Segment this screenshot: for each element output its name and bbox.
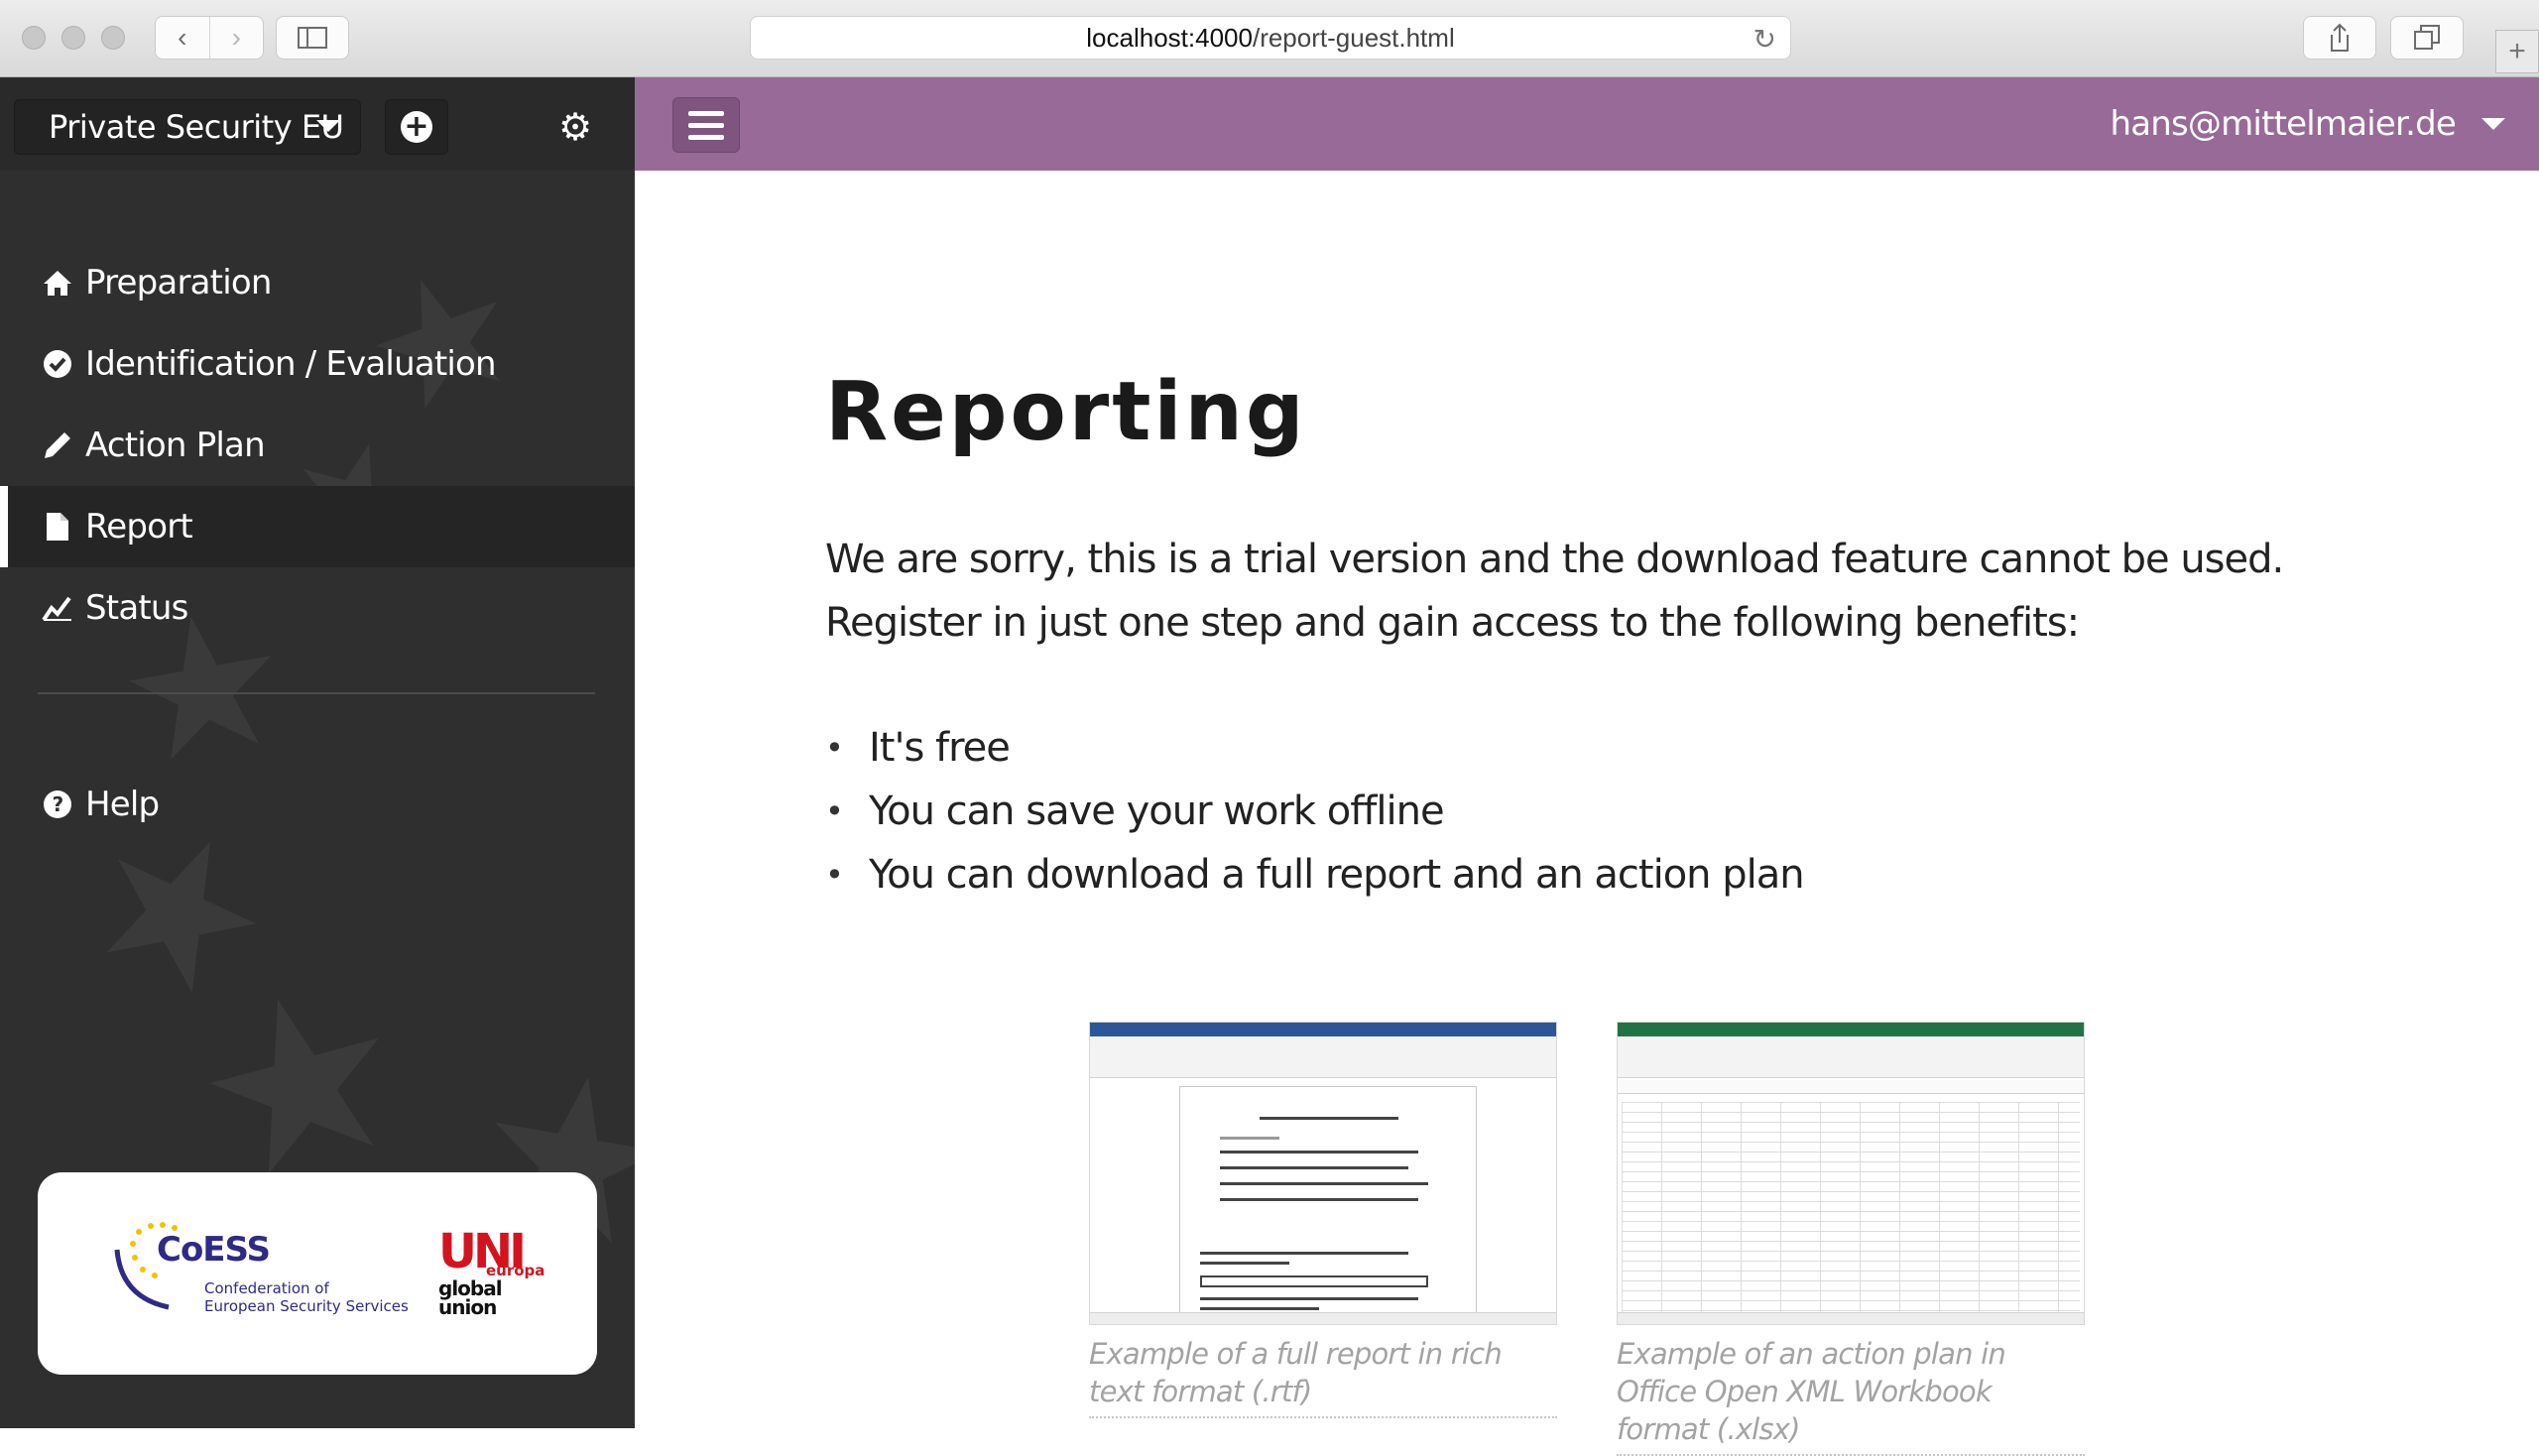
sidebar-item-label: Status [85, 588, 188, 628]
report-screenshot [1089, 1022, 1557, 1325]
home-icon [42, 267, 73, 299]
svg-text:?: ? [53, 792, 63, 816]
back-button[interactable]: ‹ [156, 17, 209, 59]
url-host: localhost:4000 [1086, 22, 1253, 53]
sidebar-item-label: Help [85, 785, 160, 824]
sidebar-item-preparation[interactable]: Preparation [0, 242, 635, 323]
uni-global-line: union [438, 1295, 497, 1319]
sidebar-item-report[interactable]: Report [0, 486, 635, 567]
action-plan-screenshot [1617, 1022, 2085, 1325]
coess-subtitle-line: European Security Services [204, 1297, 409, 1315]
new-tab-button[interactable]: + [2495, 30, 2539, 73]
partner-logos: CoESS Confederation of European Security… [38, 1172, 597, 1375]
organisation-name: Private Security EU [49, 108, 344, 146]
sidebar-item-status[interactable]: Status [0, 567, 635, 649]
user-menu[interactable]: hans@mittelmaier.de [2110, 99, 2505, 149]
chevron-down-icon [2481, 118, 2505, 130]
chart-line-icon [42, 592, 73, 624]
user-email: hans@mittelmaier.de [2110, 104, 2456, 144]
pencil-icon [42, 429, 73, 461]
menu-toggle-button[interactable] [672, 97, 740, 153]
file-icon [42, 511, 73, 543]
top-bar: hans@mittelmaier.de [635, 77, 2539, 171]
sidebar-divider [38, 692, 595, 694]
url-path: /report-guest.html [1252, 22, 1455, 53]
sidebar-item-label: Preparation [85, 263, 272, 303]
browser-toolbar: ‹ › localhost:4000/report-guest.html ↻ + [0, 0, 2539, 77]
hamburger-icon [688, 122, 724, 128]
word-status-bar [1090, 1312, 1556, 1324]
trial-notice: We are sorry, this is a trial version an… [825, 537, 2284, 646]
sidebar-item-action-plan[interactable]: Action Plan [0, 405, 635, 486]
zoom-window-button[interactable] [101, 26, 125, 50]
organisation-select[interactable]: Private Security EU [14, 99, 361, 155]
list-item: It's free [825, 716, 1804, 780]
history-nav: ‹ › [155, 16, 264, 60]
chevron-down-icon [316, 120, 340, 132]
word-ribbon [1090, 1036, 1556, 1078]
spreadsheet-grid [1622, 1102, 2080, 1312]
sidebar-item-label: Action Plan [85, 425, 266, 465]
example-caption: Example of an action plan in Office Open… [1617, 1335, 2085, 1456]
example-report: Example of a full report in rich text fo… [1089, 1022, 1557, 1418]
sidebar-icon [298, 27, 327, 49]
coess-subtitle-line: Confederation of [204, 1279, 329, 1297]
hamburger-icon [688, 110, 724, 116]
document-page [1179, 1086, 1477, 1324]
share-button[interactable] [2303, 16, 2376, 60]
excel-title-bar [1618, 1023, 2084, 1036]
gear-icon: ⚙ [557, 105, 593, 149]
tabs-icon [2414, 25, 2440, 50]
word-title-bar [1090, 1023, 1556, 1036]
settings-button[interactable]: ⚙ [555, 107, 595, 147]
sidebar-item-help[interactable]: ? Help [0, 764, 635, 845]
sidebar: ★ ★ ★ ★ ★ ★ Private Security EU + ⚙ Prep… [0, 77, 635, 1428]
list-item: You can download a full report and an ac… [825, 843, 1805, 907]
coess-subtitle: Confederation of European Security Servi… [204, 1279, 409, 1315]
excel-status-bar [1618, 1312, 2084, 1324]
sidebar-item-identification[interactable]: Identification / Evaluation [0, 323, 635, 405]
sidebar-header: Private Security EU + ⚙ [0, 77, 635, 171]
plus-icon: + [2508, 35, 2526, 67]
sidebar-toggle-button[interactable] [276, 16, 349, 60]
main-content: Reporting We are sorry, this is a trial … [635, 171, 2539, 1456]
tabs-overview-button[interactable] [2390, 16, 2464, 60]
list-item: You can save your work offline [825, 780, 1804, 843]
address-bar[interactable]: localhost:4000/report-guest.html ↻ [750, 16, 1791, 60]
chevron-left-icon: ‹ [178, 22, 187, 53]
check-circle-icon [42, 348, 73, 380]
close-window-button[interactable] [22, 26, 46, 50]
plus-circle-icon: + [401, 111, 432, 143]
share-icon [2331, 23, 2349, 52]
example-action-plan: Example of an action plan in Office Open… [1617, 1022, 2085, 1456]
sidebar-nav: Preparation Identification / Evaluation … [0, 242, 635, 649]
minimize-window-button[interactable] [61, 26, 85, 50]
question-circle-icon: ? [42, 789, 73, 820]
page-title: Reporting [825, 365, 1307, 459]
sidebar-item-label: Identification / Evaluation [85, 344, 497, 384]
uni-global-union-label: global union [438, 1278, 503, 1319]
chevron-right-icon: › [231, 22, 241, 53]
coess-title: CoESS [157, 1230, 271, 1270]
add-session-button[interactable]: + [385, 99, 448, 155]
forward-button[interactable]: › [208, 17, 264, 59]
hamburger-icon [688, 134, 724, 140]
benefits-list: It's free You can save your work offline… [825, 716, 1805, 907]
sidebar-item-label: Report [85, 507, 193, 546]
reload-icon[interactable]: ↻ [1753, 23, 1776, 56]
example-caption: Example of a full report in rich text fo… [1089, 1335, 1557, 1418]
excel-ribbon [1618, 1036, 2084, 1078]
